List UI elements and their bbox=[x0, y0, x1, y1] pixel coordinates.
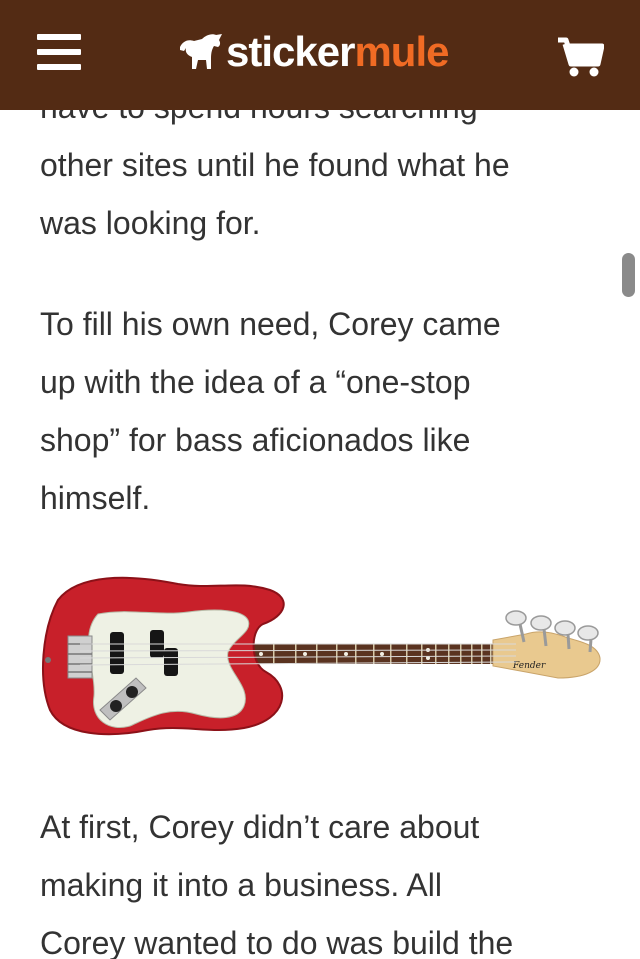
stickermule-logo[interactable]: sticker mule bbox=[178, 26, 449, 78]
hamburger-menu-icon[interactable] bbox=[37, 31, 81, 73]
article-content: have to spend hours searching other site… bbox=[0, 0, 640, 959]
paragraph-line: was looking for. bbox=[40, 205, 261, 241]
shopping-cart-icon[interactable] bbox=[556, 36, 605, 78]
mule-icon bbox=[180, 34, 222, 69]
site-header: sticker mule bbox=[0, 0, 640, 110]
paragraph-line: up with the idea of a “one-stop bbox=[40, 364, 471, 400]
logo-text-sticker: sticker bbox=[226, 28, 355, 75]
paragraph-line: To fill his own need, Corey came bbox=[40, 306, 501, 342]
svg-text:Fender: Fender bbox=[512, 661, 546, 671]
article-paragraph: At first, Corey didn’t care about making… bbox=[40, 798, 600, 959]
paragraph-line: making it into a business. All bbox=[40, 867, 442, 903]
scrollbar-thumb[interactable] bbox=[622, 253, 635, 297]
paragraph-line: other sites until he found what he bbox=[40, 147, 510, 183]
bass-guitar-image: Fender bbox=[38, 560, 608, 750]
article-paragraph: To fill his own need, Corey came up with… bbox=[40, 295, 600, 527]
paragraph-line: himself. bbox=[40, 480, 151, 516]
paragraph-line: shop” for bass aficionados like bbox=[40, 422, 471, 458]
paragraph-line: Corey wanted to do was build the bbox=[40, 925, 514, 959]
logo-text-mule: mule bbox=[354, 28, 449, 75]
paragraph-line: At first, Corey didn’t care about bbox=[40, 809, 480, 845]
